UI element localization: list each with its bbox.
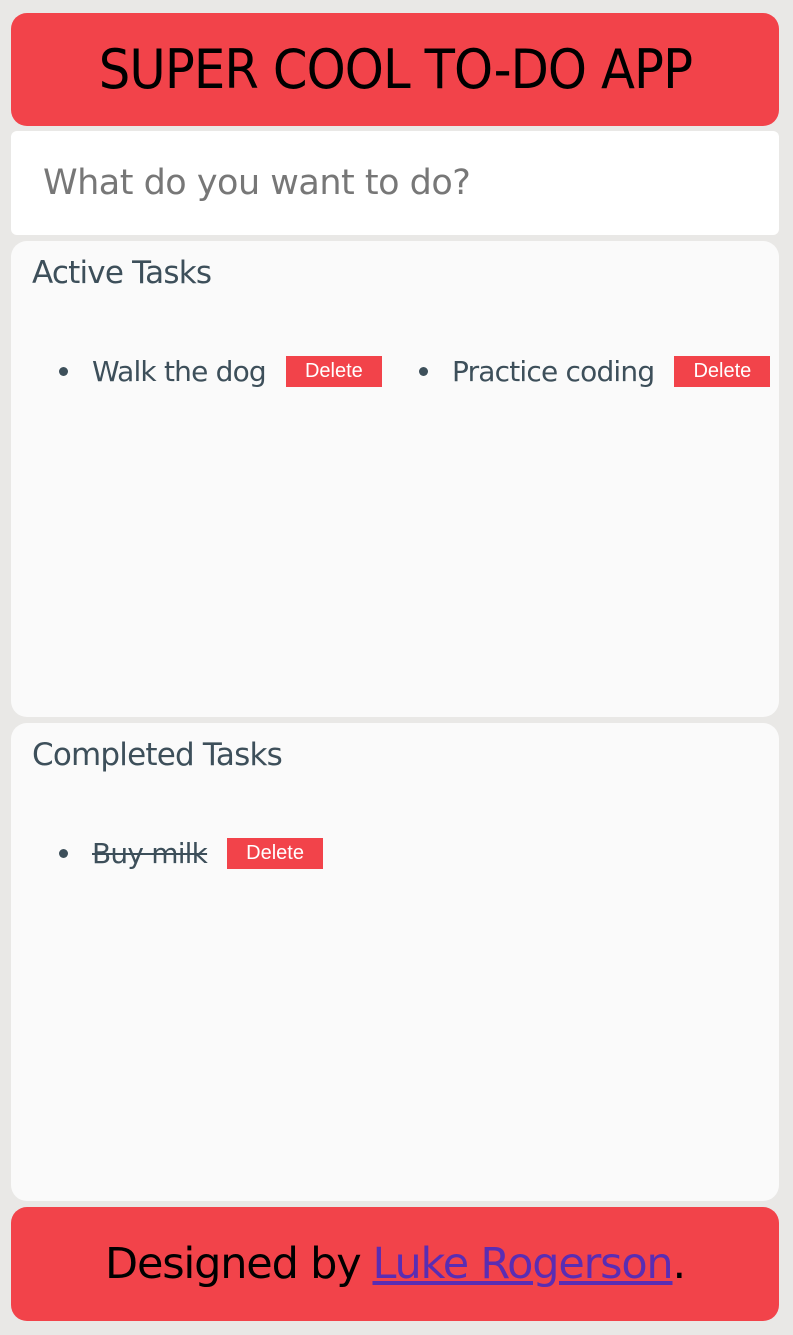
completed-tasks-panel: Completed Tasks Buy milk Delete (11, 723, 779, 1201)
footer-credit-text: Designed by (105, 1239, 362, 1289)
list-item: Practice coding Delete (419, 351, 771, 391)
new-task-field-container (11, 131, 779, 235)
task-text[interactable]: Buy milk (92, 837, 208, 870)
bullet-icon (59, 366, 68, 376)
task-text[interactable]: Practice coding (452, 355, 655, 388)
list-item: Buy milk Delete (59, 833, 324, 873)
footer-period: . (672, 1239, 686, 1289)
app-header: SUPER COOL TO-DO APP (11, 13, 779, 126)
app-title: SUPER COOL TO-DO APP (98, 38, 692, 101)
completed-tasks-heading: Completed Tasks (32, 737, 283, 773)
app-footer: Designed by Luke Rogerson . (11, 1207, 779, 1321)
delete-button[interactable]: Delete (285, 355, 382, 387)
todo-app: SUPER COOL TO-DO APP Active Tasks Walk t… (11, 13, 779, 1321)
task-text[interactable]: Walk the dog (92, 355, 267, 388)
author-link[interactable]: Luke Rogerson (372, 1239, 673, 1289)
list-item: Walk the dog Delete (59, 351, 382, 391)
new-task-input[interactable] (11, 131, 779, 235)
completed-task-list: Buy milk Delete (11, 833, 779, 873)
active-tasks-panel: Active Tasks Walk the dog Delete Practic… (11, 241, 779, 717)
delete-button[interactable]: Delete (674, 355, 771, 387)
bullet-icon (419, 366, 428, 376)
bullet-icon (59, 848, 68, 858)
delete-button[interactable]: Delete (227, 837, 324, 869)
active-task-list: Walk the dog Delete Practice coding Dele… (11, 351, 779, 391)
active-tasks-heading: Active Tasks (32, 255, 212, 291)
